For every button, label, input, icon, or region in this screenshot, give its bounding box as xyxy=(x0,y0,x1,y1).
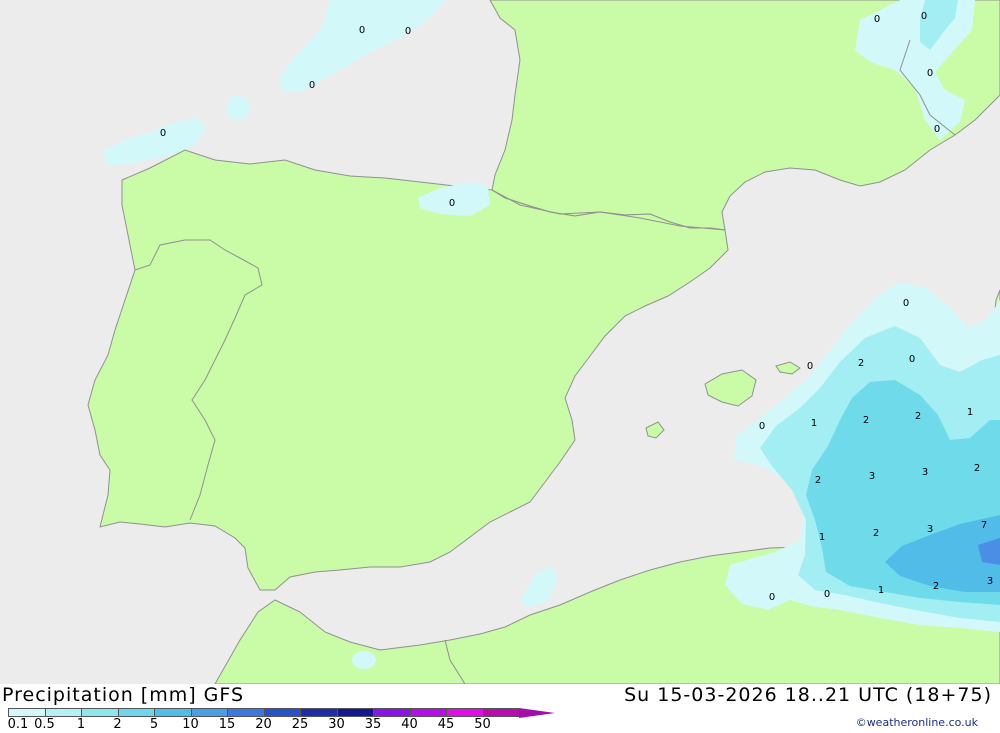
legend-label: 0.1 xyxy=(7,717,29,732)
contour-label: 0 xyxy=(807,361,813,372)
contour-label: 0 xyxy=(309,80,315,91)
contour-label: 1 xyxy=(811,418,817,429)
map-title: Precipitation [mm] GFS xyxy=(2,684,245,706)
contour-label: 0 xyxy=(405,26,411,37)
legend-label: 40 xyxy=(401,717,418,732)
contour-label: 0 xyxy=(449,198,455,209)
legend-swatch xyxy=(154,708,191,717)
legend-label: 20 xyxy=(255,717,272,732)
contour-label: 0 xyxy=(934,124,940,135)
legend-swatch xyxy=(44,708,81,717)
legend-swatch xyxy=(482,708,519,717)
legend-label: 10 xyxy=(182,717,199,732)
legend-swatch xyxy=(263,708,300,717)
contour-label: 0 xyxy=(903,298,909,309)
contour-label: 0 xyxy=(874,14,880,25)
legend-label: 30 xyxy=(328,717,345,732)
contour-label: 0 xyxy=(824,589,830,600)
legend-swatch xyxy=(446,708,483,717)
legend-swatch xyxy=(190,708,227,717)
contour-label: 2 xyxy=(915,411,921,422)
contour-label: 1 xyxy=(878,585,884,596)
legend-swatch xyxy=(8,708,45,717)
contour-label: 3 xyxy=(927,524,933,535)
credit-link[interactable]: ©weatheronline.co.uk xyxy=(856,716,978,729)
legend-labels: 0.1 0.5 1 2 5 10 15 20 25 30 35 40 45 50 xyxy=(0,717,520,733)
contour-label: 7 xyxy=(981,520,987,531)
map-footer: Precipitation [mm] GFS Su 15-03-2026 18.… xyxy=(0,684,1000,733)
contour-label: 0 xyxy=(160,128,166,139)
legend-label: 35 xyxy=(364,717,382,732)
contour-labels-layer: 0 0 0 0 0 0 0 0 0 0 0 0 0 0 0 2 1 2 2 1 … xyxy=(160,11,993,603)
legend-swatch xyxy=(81,708,118,717)
contour-label: 0 xyxy=(759,421,765,432)
contour-label: 2 xyxy=(815,475,821,486)
contour-label: 1 xyxy=(819,532,825,543)
legend-label: 25 xyxy=(291,717,309,732)
legend-label: 5 xyxy=(149,717,159,732)
contour-label: 1 xyxy=(967,407,973,418)
legend-swatch xyxy=(336,708,373,717)
legend-arrow xyxy=(519,708,555,718)
contour-label: 0 xyxy=(921,11,927,22)
legend-swatch xyxy=(409,708,446,717)
contour-label: 2 xyxy=(858,358,864,369)
legend-label: 2 xyxy=(113,717,122,732)
contour-label: 0 xyxy=(359,25,365,36)
legend-swatch xyxy=(227,708,264,717)
contour-label: 0 xyxy=(909,354,915,365)
forecast-datetime: Su 15-03-2026 18..21 UTC (18+75) xyxy=(624,684,992,706)
legend-swatch xyxy=(300,708,337,717)
contour-label: 3 xyxy=(987,576,993,587)
contour-label: 2 xyxy=(974,463,980,474)
contour-label: 2 xyxy=(933,581,939,592)
contour-label: 0 xyxy=(769,592,775,603)
legend-swatch xyxy=(117,708,154,717)
legend-swatch xyxy=(373,708,410,717)
contour-label: 3 xyxy=(869,471,875,482)
precipitation-map: 0 0 0 0 0 0 0 0 0 0 0 0 0 0 0 2 1 2 2 1 … xyxy=(0,0,1000,684)
legend-label: 15 xyxy=(218,717,236,732)
legend-label: 50 xyxy=(474,717,491,732)
contour-label: 2 xyxy=(863,415,869,426)
contour-label: 0 xyxy=(927,68,933,79)
legend-label: 45 xyxy=(437,717,455,732)
contour-label: 2 xyxy=(873,528,879,539)
legend-label: 1 xyxy=(76,717,86,732)
legend-label: 0.5 xyxy=(34,717,55,732)
contour-label: 3 xyxy=(922,467,928,478)
